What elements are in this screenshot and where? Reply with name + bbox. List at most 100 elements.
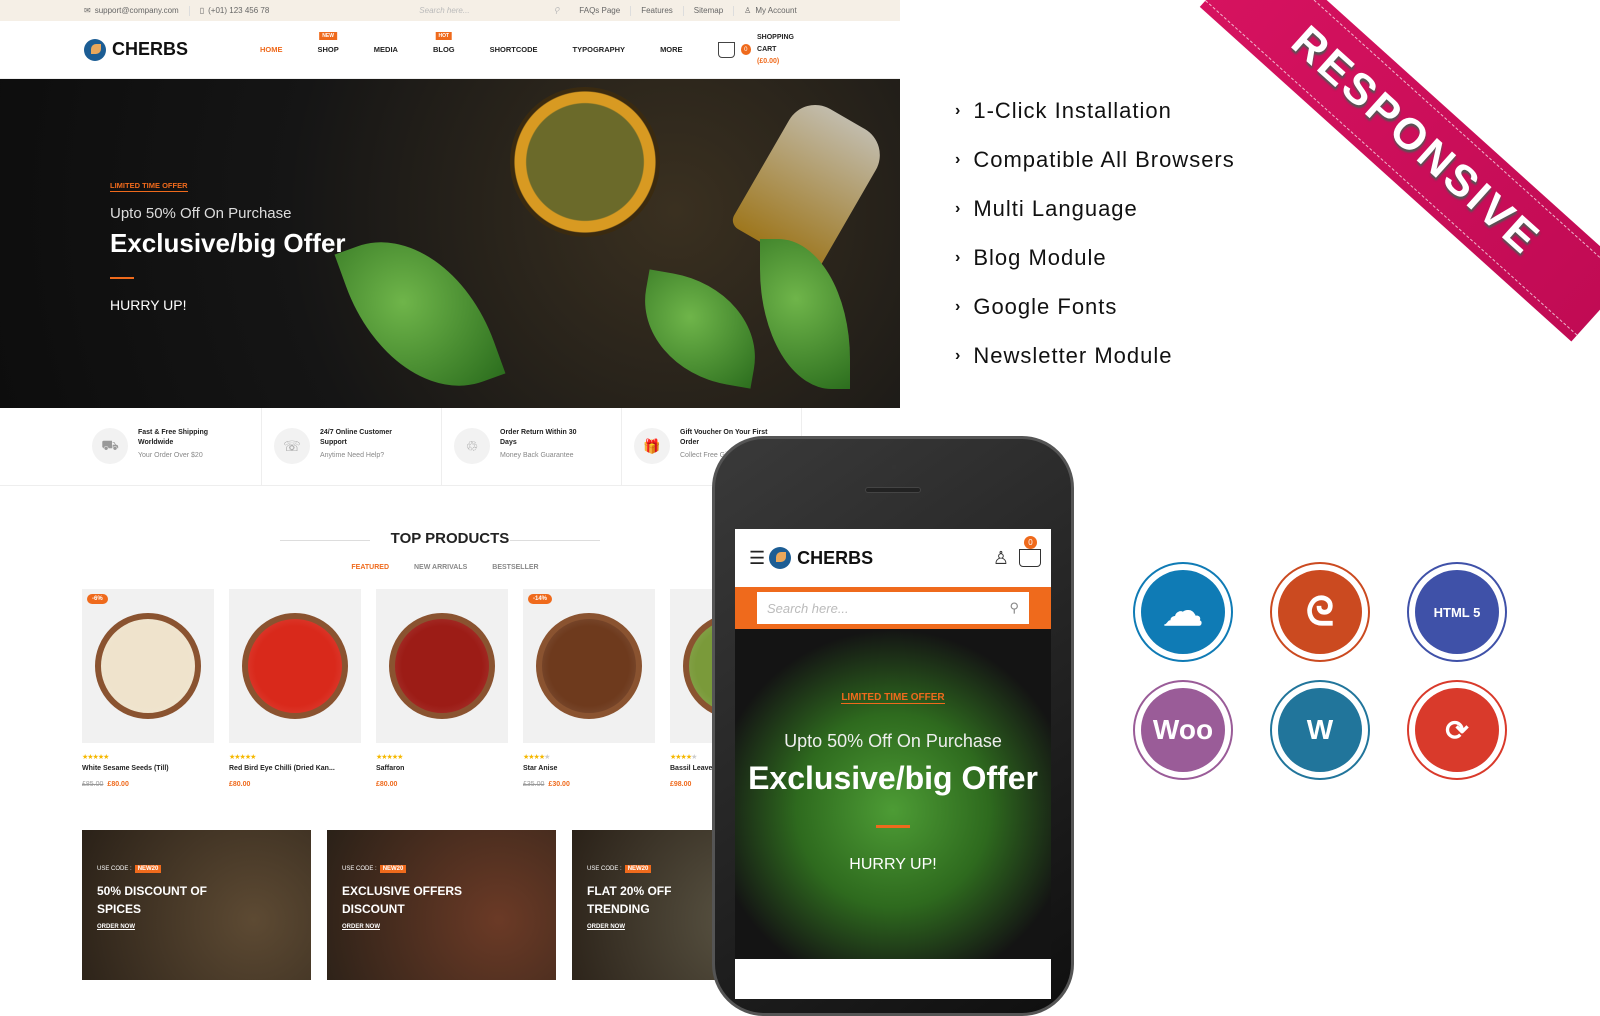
feature-item: ☏ 24/7 Online Customer Support Anytime Nee… bbox=[262, 408, 442, 485]
feature-title: Order Return Within 30 Days bbox=[500, 429, 577, 446]
feature-label: Newsletter Module bbox=[973, 342, 1173, 368]
mobile-hero-subtitle: Upto 50% Off On Purchase bbox=[784, 731, 1002, 751]
feature-list-item: › Compatible All Browsers bbox=[955, 135, 1235, 184]
shipping-icon: ⛟ bbox=[92, 428, 128, 464]
email-contact[interactable]: ✉ support@company.com bbox=[84, 6, 179, 15]
shopping-cart[interactable]: 0 SHOPPING CART (£0.00) bbox=[717, 32, 812, 68]
sitemap-link[interactable]: Sitemap bbox=[694, 6, 723, 15]
top-search-input[interactable]: Search here... ⚲ bbox=[419, 6, 559, 15]
nav-more[interactable]: MORE bbox=[660, 45, 683, 54]
code-badge: NEW20 bbox=[624, 865, 652, 873]
feature-item: ♲ Order Return Within 30 Days Money Back G… bbox=[442, 408, 622, 485]
speaker bbox=[865, 487, 921, 493]
order-now-link[interactable]: ORDER NOW bbox=[342, 924, 482, 930]
mobile-cart-icon[interactable]: 0 bbox=[1019, 536, 1041, 567]
product-card[interactable]: ★★★★★ Saffaron £80.00 bbox=[376, 589, 508, 788]
search-icon[interactable]: ⚲ bbox=[1009, 600, 1019, 616]
mobile-search-bar: Search here... ⚲ bbox=[735, 587, 1051, 629]
code-label: USE CODE : bbox=[587, 866, 622, 872]
mobile-hero-cta[interactable]: HURRY UP! bbox=[735, 856, 1051, 874]
feature-subtitle: Anytime Need Help? bbox=[320, 452, 385, 459]
mobile-brand-logo[interactable]: CHERBS bbox=[769, 547, 873, 569]
tab-featured[interactable]: FEATURED bbox=[351, 564, 389, 571]
mobile-hero-divider bbox=[876, 825, 910, 828]
feature-list-item: › Google Fonts bbox=[955, 282, 1235, 331]
logo-icon bbox=[84, 38, 106, 61]
nav-media[interactable]: MEDIA bbox=[374, 45, 398, 54]
product-name[interactable]: Red Bird Eye Chilli (Dried Kan... bbox=[229, 765, 361, 772]
price: £98.00 bbox=[670, 781, 692, 788]
product-card[interactable]: -14% ★★★★★ Star Anise £35.00 £30.00 bbox=[523, 589, 655, 788]
support-icon: ☏ bbox=[274, 428, 310, 464]
spice-bowl-image bbox=[389, 613, 495, 719]
chevron-right-icon: › bbox=[955, 150, 962, 168]
hamburger-menu-icon[interactable]: ☰ bbox=[749, 548, 765, 569]
promo-banner[interactable]: USE CODE : NEW20 50% DISCOUNT OF SPICES ORD… bbox=[82, 830, 311, 980]
product-image[interactable]: -6% bbox=[82, 589, 214, 743]
price: £80.00 bbox=[229, 781, 251, 788]
hero-cta[interactable]: HURRY UP! bbox=[110, 297, 346, 313]
refresh-icon: ⟳ bbox=[1415, 688, 1499, 772]
features-link[interactable]: Features bbox=[641, 6, 673, 15]
order-now-link[interactable]: ORDER NOW bbox=[97, 924, 237, 930]
tech-icons: ☁ ᘓ HTML 5 Woo W ⟳ bbox=[1133, 562, 1507, 780]
product-image[interactable] bbox=[376, 589, 508, 743]
nav-typography[interactable]: TYPOGRAPHY bbox=[573, 45, 626, 54]
hero-divider bbox=[110, 277, 134, 279]
spice-bowl-image bbox=[536, 613, 642, 719]
feature-list-item: › Multi Language bbox=[955, 184, 1235, 233]
oil-jar-image bbox=[729, 94, 891, 274]
chevron-right-icon: › bbox=[955, 297, 962, 315]
cart-total: (£0.00) bbox=[757, 57, 780, 65]
main-nav: HOME SHOP NEW MEDIA BLOG HOT SHORTCODE TYPOGRAP… bbox=[260, 32, 718, 54]
chevron-right-icon: › bbox=[955, 346, 962, 364]
search-icon[interactable]: ⚲ bbox=[553, 6, 559, 15]
product-price-row: £85.00 £80.00 bbox=[82, 781, 214, 788]
tab-bestseller[interactable]: BESTSELLER bbox=[492, 564, 538, 571]
nav-shortcode[interactable]: SHORTCODE bbox=[490, 45, 538, 54]
mail-icon: ✉ bbox=[84, 6, 91, 15]
piggy-bank-icon: ♲ bbox=[454, 428, 490, 464]
basil-leaf-image bbox=[632, 269, 768, 389]
nav-blog[interactable]: BLOG HOT bbox=[433, 32, 455, 54]
product-name[interactable]: Saffaron bbox=[376, 765, 508, 772]
hero-slider[interactable]: LIMITED TIME OFFER Upto 50% Off On Purch… bbox=[0, 79, 900, 408]
feature-item: ⛟ Fast & Free Shipping Worldwide Your Orde… bbox=[80, 408, 262, 485]
product-card[interactable]: ★★★★★ Red Bird Eye Chilli (Dried Kan... £8… bbox=[229, 589, 361, 788]
main-header: CHERBS HOME SHOP NEW MEDIA BLOG HOT SHORTCODE T… bbox=[0, 21, 900, 79]
user-icon: ♙ bbox=[744, 6, 752, 15]
mobile-search-input[interactable]: Search here... ⚲ bbox=[757, 592, 1029, 624]
promo-code: USE CODE : NEW20 bbox=[587, 865, 727, 873]
html5-badge: HTML 5 bbox=[1407, 562, 1507, 662]
rating-stars: ★★★★★ bbox=[376, 754, 403, 761]
phone-icon: ▯ bbox=[199, 6, 205, 15]
basket-icon bbox=[717, 41, 735, 58]
mobile-hero-title: Exclusive/big Offer bbox=[748, 760, 1038, 796]
hero-kicker: LIMITED TIME OFFER bbox=[110, 181, 188, 192]
feature-label: Blog Module bbox=[973, 244, 1107, 270]
old-price: £85.00 bbox=[82, 781, 104, 788]
faqs-link[interactable]: FAQs Page bbox=[579, 6, 620, 15]
product-image[interactable] bbox=[229, 589, 361, 743]
nav-home[interactable]: HOME bbox=[260, 45, 283, 54]
product-image[interactable]: -14% bbox=[523, 589, 655, 743]
logo-icon bbox=[769, 547, 792, 569]
code-badge: NEW20 bbox=[379, 865, 407, 873]
hero-title: Exclusive/big Offer bbox=[110, 228, 346, 258]
my-account-link[interactable]: ♙ My Account bbox=[744, 6, 797, 15]
user-icon[interactable]: ♙ bbox=[993, 548, 1009, 569]
feature-label: 1-Click Installation bbox=[973, 97, 1172, 123]
promo-code: USE CODE : NEW20 bbox=[342, 865, 482, 873]
chevron-right-icon: › bbox=[955, 248, 962, 266]
nav-shop[interactable]: SHOP NEW bbox=[318, 32, 339, 54]
promo-banner[interactable]: USE CODE : NEW20 EXCLUSIVE OFFERS DISCOUNT… bbox=[327, 830, 556, 980]
tab-new-arrivals[interactable]: NEW ARRIVALS bbox=[414, 564, 467, 571]
top-bar: ✉ support@company.com ▯ (+01) 123 456 78 S… bbox=[0, 0, 900, 21]
product-name[interactable]: Star Anise bbox=[523, 765, 655, 772]
product-card[interactable]: -6% ★★★★★ White Sesame Seeds (Till) £85.00 £… bbox=[82, 589, 214, 788]
brand-logo[interactable]: CHERBS bbox=[84, 38, 188, 61]
product-name[interactable]: White Sesame Seeds (Till) bbox=[82, 765, 214, 772]
chef-hat-icon: ☁ bbox=[1141, 570, 1225, 654]
mobile-hero[interactable]: LIMITED TIME OFFER Upto 50% Off On Purch… bbox=[735, 629, 1051, 959]
order-now-link[interactable]: ORDER NOW bbox=[587, 924, 727, 930]
